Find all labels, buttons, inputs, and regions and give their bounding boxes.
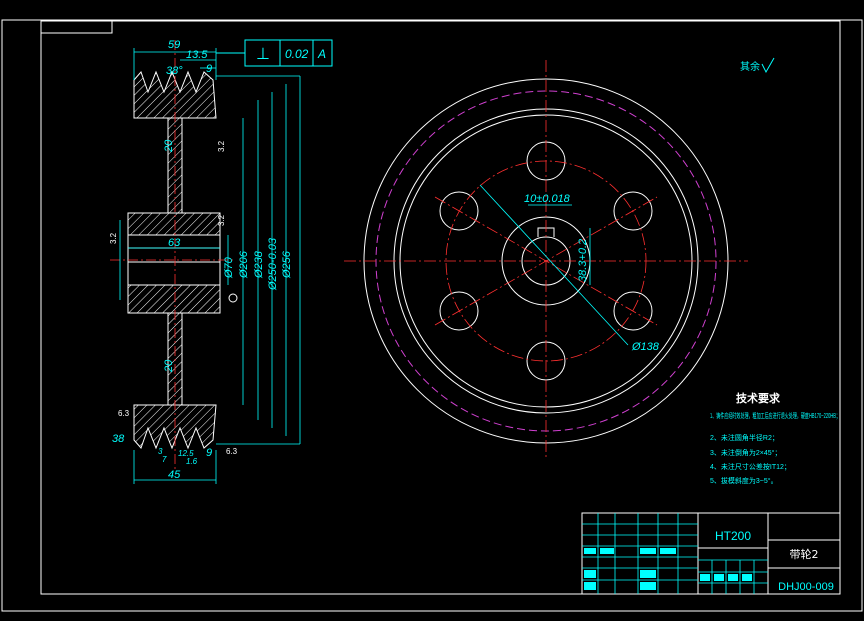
roughness-mark: 3.2 (217, 140, 226, 152)
section-view: ⊥ 0.02 A 59 13.5 9 38° 63 45 9 38 20 20 … (109, 39, 333, 484)
tech-requirements: 技术要求 1、铸件应经时效处理，粗加工后应进行退火处理，硬度HB170~220H… (710, 391, 840, 485)
dim-hub-length: 63 (168, 237, 181, 249)
roughness-mark: 3.2 (109, 232, 118, 244)
tech-item: 5、拔模斜度为3~5°。 (710, 476, 778, 485)
dim-d238: Ø238 (253, 250, 265, 279)
dim-groove-pitch-top: 9 (206, 63, 212, 75)
roughness-mark: 6.3 (118, 409, 130, 418)
dim-bolt-circle: Ø138 (631, 341, 660, 353)
title-drawing-number: DHJ00-009 (778, 581, 834, 593)
dim-d250: Ø250-0.03 (267, 237, 279, 291)
gdt-frame (216, 39, 333, 67)
dim-groove-angle: 38° (166, 65, 183, 77)
roughness-symbol (761, 57, 775, 74)
dim-d70: Ø70 (223, 256, 235, 279)
title-material: HT200 (715, 529, 751, 543)
dim-offset: 13.5 (186, 49, 208, 61)
tech-item: 1、铸件应经时效处理，粗加工后应进行退火处理，硬度HB170~220HB； (710, 411, 840, 420)
gdt-tolerance: 0.02 (285, 47, 309, 61)
tech-item: 3、未注倒角为2×45°； (710, 448, 781, 457)
dim-d206: Ø206 (238, 250, 250, 279)
roughness-mark: 6.3 (226, 447, 238, 456)
tech-heading: 技术要求 (736, 391, 781, 405)
front-view: 10±0.018 Ø138 38.3+0.2 (344, 60, 748, 458)
gdt-datum: A (317, 47, 326, 61)
dim-width-bottom: 45 (168, 469, 181, 481)
roughness-mark: 3.2 (217, 214, 226, 226)
tech-item: 4、未注尺寸公差按IT12； (710, 462, 791, 471)
dim-web-top: 20 (163, 139, 175, 153)
engineering-drawing: ⊥ 0.02 A 59 13.5 9 38° 63 45 9 38 20 20 … (1, 19, 863, 612)
dim-width-top: 59 (168, 39, 180, 51)
title-block: HT200 带轮2 DHJ00-009 (581, 512, 841, 595)
dim-d256: Ø256 (281, 250, 293, 279)
dim-keyway: 10±0.018 (524, 193, 571, 205)
tech-item: 2、未注圆角半径R2； (710, 433, 779, 442)
roughness-note: 其余 (740, 60, 760, 73)
dim-groove-pitch-bottom: 9 (206, 447, 212, 459)
dim-small: 1.6 (186, 457, 198, 466)
title-part-name: 带轮2 (790, 547, 819, 561)
dim-keyway-depth: 38.3+0.2 (577, 239, 589, 282)
dim-web-bottom: 20 (163, 359, 175, 373)
dim-small: 7 (162, 455, 167, 464)
drawing-frame (1, 19, 863, 612)
datum-marker (228, 293, 238, 303)
gdt-symbol: ⊥ (256, 46, 270, 63)
dim-angle-bottom: 38 (112, 433, 125, 445)
